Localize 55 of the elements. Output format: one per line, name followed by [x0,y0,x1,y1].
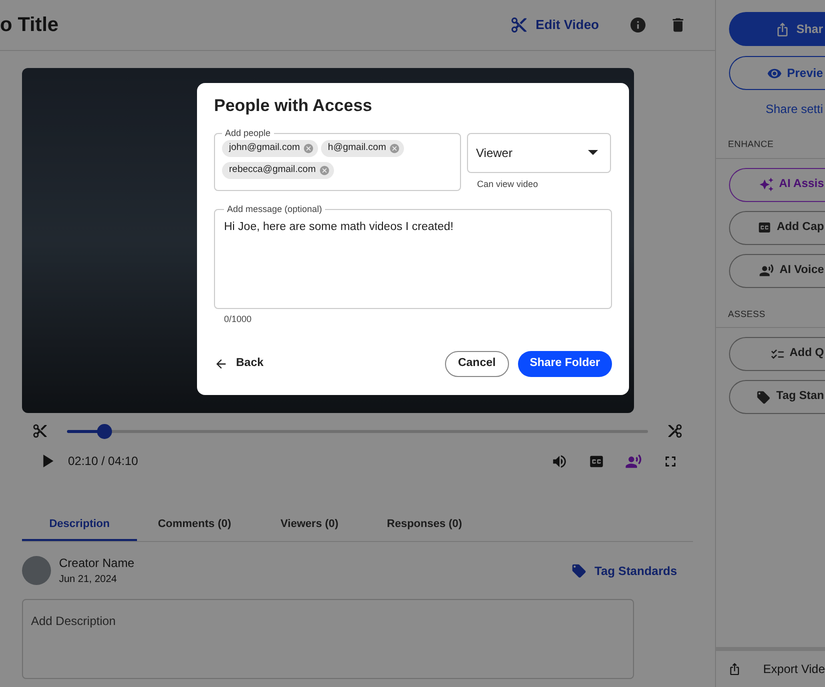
preview-button[interactable]: Previe [729,56,825,90]
tab[interactable]: Comments (0) [137,509,252,541]
sidebar-button[interactable]: Add Q [729,337,825,371]
share-icon [775,22,790,36]
sparkle-icon [759,177,774,192]
tag-standards-button[interactable]: Tag Standards [570,562,677,580]
back-button[interactable]: Back [214,354,264,372]
voice-icon [759,263,774,278]
voice-icon[interactable] [625,452,642,470]
share-settings-link[interactable]: Share setti [729,100,825,118]
cancel-button[interactable]: Cancel [444,350,509,376]
section-label: ENHANCE [728,138,775,151]
sidebar-button[interactable]: Tag Stan [729,380,825,414]
message-label: Add message (optional) [226,203,324,216]
captions-icon [756,220,772,235]
info-icon[interactable] [629,16,647,34]
role-hint: Can view video [477,178,540,190]
volume-icon[interactable] [551,452,568,470]
share-button[interactable]: Shar [729,12,825,46]
share-folder-button[interactable]: Share Folder [518,350,612,376]
dropdown-caret-icon [588,150,598,155]
avatar [22,556,51,585]
message-field[interactable]: Add message (optional) Hi Joe, here are some math videos I created! [214,203,612,309]
creator-name: Creator Name [59,555,134,572]
description-field[interactable]: Add Description [22,599,634,679]
trim-end-icon[interactable] [667,423,683,439]
role-select[interactable]: Viewer [467,132,611,172]
sidebar-button[interactable]: AI Assis [729,168,825,202]
tag-icon [756,390,772,404]
video-title: o Title [0,13,59,38]
back-arrow-icon [214,356,228,370]
email-chip[interactable]: john@gmail.com [222,140,318,157]
export-icon[interactable] [728,661,742,677]
dialog-title: People with Access [214,95,374,117]
creator-date: Jun 21, 2024 [59,573,118,587]
add-people-label: Add people [224,126,272,140]
export-video-label[interactable]: Export Vide [763,660,825,678]
time-display: 02:10 / 04:10 [68,453,138,470]
add-people-field[interactable]: Add people john@gmail.com h@gmail.com rebecca@gmail.com [214,126,461,190]
sidebar-button[interactable]: AI Voice [729,254,825,288]
tag-icon [570,562,587,578]
character-counter: 0/1000 [224,313,253,326]
section-label: ASSESS [728,308,766,320]
seek-thumb[interactable] [96,424,112,438]
tab[interactable]: Viewers (0) [252,509,367,541]
scissors-icon [510,16,528,34]
edit-video-button[interactable]: Edit Video [510,15,599,35]
checklist-icon [770,346,784,362]
sidebar-button[interactable]: Add Cap [729,210,825,244]
email-chip[interactable]: rebecca@gmail.com [222,162,334,179]
tab[interactable]: Description [22,509,137,541]
message-input[interactable]: Hi Joe, here are some math videos I created! [224,218,602,288]
tab[interactable]: Responses (0) [367,509,482,541]
trim-start-icon[interactable] [32,423,48,439]
email-chip[interactable]: h@gmail.com [320,140,404,157]
